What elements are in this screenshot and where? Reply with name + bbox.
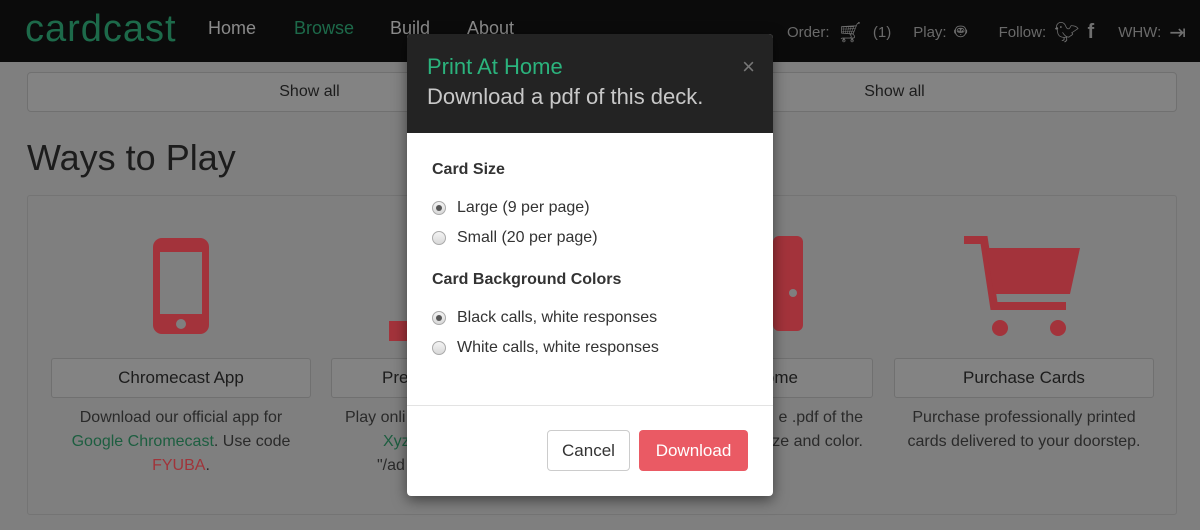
cart-count[interactable]: (1) xyxy=(873,24,891,41)
whw-label: WHW: xyxy=(1118,23,1162,41)
follow-label: Follow: xyxy=(998,23,1047,41)
desc-text: ze and color. xyxy=(772,433,863,450)
logout-icon[interactable]: ⇥ xyxy=(1169,20,1186,45)
cart-icon[interactable]: 🛒︎ xyxy=(838,20,863,45)
desc-text: Download our official app for xyxy=(79,409,283,426)
card-chromecast: Chromecast App Download our official app… xyxy=(51,196,311,516)
radio-white-calls[interactable]: White calls, white responses xyxy=(432,333,748,363)
desc-text: . xyxy=(205,457,210,474)
promo-code: FYUBA xyxy=(152,457,206,474)
cancel-button[interactable]: Cancel xyxy=(547,430,630,471)
logo[interactable]: cardcast xyxy=(25,8,177,51)
phone-icon xyxy=(51,236,311,341)
nav-home[interactable]: Home xyxy=(208,18,256,39)
radio-button-checked[interactable] xyxy=(432,201,446,215)
radio-label: Small (20 per page) xyxy=(457,229,598,246)
card-description: Download our official app for Google Chro… xyxy=(51,406,311,478)
desc-text: Purchase professionally printed xyxy=(912,409,1136,426)
modal-subtitle: Download a pdf of this deck. xyxy=(427,84,704,109)
radio-label: White calls, white responses xyxy=(457,339,659,356)
radio-small[interactable]: Small (20 per page) xyxy=(432,223,748,253)
chromecast-link[interactable]: Google Chromecast xyxy=(72,433,214,450)
radio-label: Black calls, white responses xyxy=(457,309,658,326)
twitter-icon[interactable]: 🐦︎ xyxy=(1054,20,1079,45)
desc-text: . Use code xyxy=(213,433,291,450)
print-at-home-modal: Print At Home Download a pdf of this dec… xyxy=(407,34,773,496)
radio-label: Large (9 per page) xyxy=(457,199,590,216)
order-label: Order: xyxy=(787,23,830,41)
modal-body: Card Size Large (9 per page) Small (20 p… xyxy=(407,133,773,363)
download-button[interactable]: Download xyxy=(639,430,748,471)
desc-text: cards delivered to your doorstep. xyxy=(907,433,1141,450)
desc-text: "/ad xyxy=(377,457,405,474)
card-colors-label: Card Background Colors xyxy=(432,271,622,288)
nav-browse[interactable]: Browse xyxy=(294,18,354,39)
purchase-cards-button[interactable]: Purchase Cards xyxy=(894,358,1154,398)
radio-black-calls[interactable]: Black calls, white responses xyxy=(432,303,748,333)
radio-button-checked[interactable] xyxy=(432,311,446,325)
radio-button[interactable] xyxy=(432,341,446,355)
card-size-label: Card Size xyxy=(432,161,505,178)
radio-large[interactable]: Large (9 per page) xyxy=(432,193,748,223)
xyz-link[interactable]: Xyz xyxy=(345,433,410,450)
radio-button[interactable] xyxy=(432,231,446,245)
cart-icon xyxy=(894,236,1154,341)
chromecast-app-button[interactable]: Chromecast App xyxy=(51,358,311,398)
card-purchase: Purchase Cards Purchase professionally p… xyxy=(894,196,1154,516)
section-title: Ways to Play xyxy=(27,137,236,178)
desc-text: e .pdf of the xyxy=(778,409,863,426)
play-label: Play: xyxy=(913,23,947,41)
android-icon[interactable]: 🤖︎ xyxy=(955,18,967,46)
card-description: Purchase professionally printed cards del… xyxy=(894,406,1154,454)
modal-header: Print At Home Download a pdf of this dec… xyxy=(407,34,773,133)
nav-right: Order: 🛒︎ (1) Play: 🤖︎ Follow: 🐦︎ f WHW:… xyxy=(787,18,1186,46)
facebook-icon[interactable]: f xyxy=(1088,21,1095,44)
modal-title: Print At Home xyxy=(427,54,563,79)
close-icon[interactable]: × xyxy=(742,54,755,80)
modal-divider xyxy=(407,405,773,406)
desc-text: Play onli xyxy=(345,409,406,426)
